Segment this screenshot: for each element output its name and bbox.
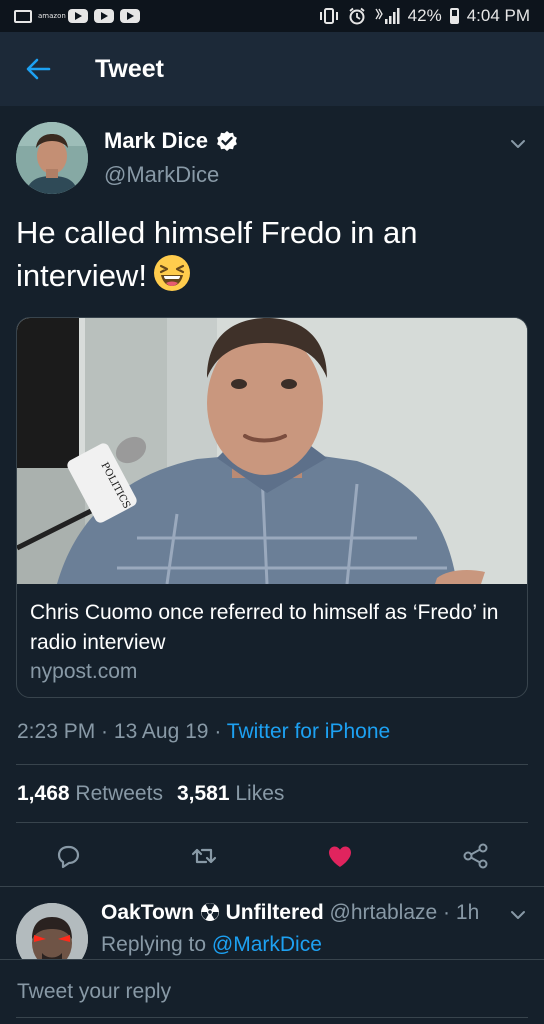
reply-icon[interactable] bbox=[54, 842, 82, 870]
link-card[interactable]: POLITICS Chris Cuomo once referred to hi… bbox=[16, 317, 528, 698]
retweet-icon[interactable] bbox=[190, 842, 218, 870]
input-underline bbox=[16, 1017, 528, 1018]
verified-badge-icon bbox=[217, 131, 237, 151]
status-bar: amazon 42% 4:04 PM bbox=[0, 0, 544, 32]
like-icon[interactable] bbox=[326, 842, 354, 870]
youtube-icon bbox=[94, 9, 114, 23]
tweet-author: Mark Dice @MarkDice bbox=[16, 122, 528, 196]
youtube-icon bbox=[68, 9, 88, 23]
laughing-face-emoji-icon bbox=[153, 255, 190, 291]
tweet-date: 13 Aug 19 bbox=[113, 720, 209, 743]
card-image: POLITICS bbox=[17, 318, 527, 585]
replying-to: Replying to @MarkDice bbox=[101, 933, 322, 957]
battery-percent: 42% bbox=[407, 6, 442, 25]
tweet-time: 2:23 PM bbox=[17, 720, 96, 743]
app-header: Tweet bbox=[0, 32, 544, 106]
battery-icon bbox=[449, 8, 459, 24]
retweets-label: Retweets bbox=[75, 782, 163, 805]
retweets-stat[interactable]: 1,468 Retweets bbox=[17, 782, 163, 805]
chevron-down-icon[interactable] bbox=[508, 905, 528, 925]
replying-to-handle[interactable]: @MarkDice bbox=[212, 933, 322, 956]
reply-name-part1: OakTown bbox=[101, 901, 194, 924]
youtube-icon bbox=[120, 9, 140, 23]
replying-to-label: Replying to bbox=[101, 933, 207, 956]
likes-count: 3,581 bbox=[176, 782, 230, 805]
message-icon bbox=[14, 9, 32, 23]
author-name[interactable]: Mark Dice bbox=[104, 128, 208, 154]
arrow-left-icon bbox=[26, 58, 51, 80]
divider bbox=[16, 822, 528, 823]
reply-composer[interactable]: Tweet your reply bbox=[0, 959, 544, 1024]
author-handle[interactable]: @MarkDice bbox=[104, 162, 219, 188]
tweet-text: He called himself Fredo in an interview! bbox=[16, 212, 526, 297]
card-title: Chris Cuomo once referred to himself as … bbox=[30, 601, 499, 654]
likes-stat[interactable]: 3,581 Likes bbox=[177, 782, 284, 805]
retweets-count: 1,468 bbox=[17, 782, 70, 805]
reply-tweet[interactable]: OakTown Unfiltered @hrtablaze · 1h Reply… bbox=[0, 887, 544, 959]
share-icon[interactable] bbox=[462, 842, 490, 870]
reply-header: OakTown Unfiltered @hrtablaze · 1h bbox=[101, 901, 480, 924]
reply-author-name[interactable]: OakTown Unfiltered bbox=[101, 901, 324, 924]
divider bbox=[16, 764, 528, 765]
vibrate-icon bbox=[319, 8, 338, 24]
amazon-icon: amazon bbox=[38, 12, 66, 20]
tweet-source[interactable]: Twitter for iPhone bbox=[227, 720, 390, 743]
card-domain: nypost.com bbox=[30, 660, 138, 683]
reply-author-handle[interactable]: @hrtablaze bbox=[330, 901, 438, 924]
avatar[interactable] bbox=[16, 903, 88, 959]
page-title: Tweet bbox=[95, 54, 164, 83]
radioactive-emoji-icon bbox=[200, 903, 219, 921]
tweet-meta: 2:23 PM · 13 Aug 19 · Twitter for iPhone bbox=[17, 720, 391, 743]
chevron-down-icon[interactable] bbox=[508, 134, 528, 154]
reply-input[interactable]: Tweet your reply bbox=[17, 980, 171, 1004]
back-button[interactable] bbox=[0, 32, 76, 106]
tweet-body: He called himself Fredo in an interview! bbox=[16, 215, 418, 293]
clock: 4:04 PM bbox=[466, 6, 530, 25]
reply-time: 1h bbox=[455, 901, 480, 924]
likes-label: Likes bbox=[235, 782, 285, 805]
tweet-actions bbox=[0, 836, 544, 876]
signal-icon bbox=[375, 8, 400, 24]
tweet-stats: 1,468 Retweets 3,581 Likes bbox=[17, 782, 284, 806]
alarm-icon bbox=[349, 7, 365, 25]
avatar[interactable] bbox=[16, 122, 88, 194]
reply-name-part2: Unfiltered bbox=[225, 901, 324, 924]
